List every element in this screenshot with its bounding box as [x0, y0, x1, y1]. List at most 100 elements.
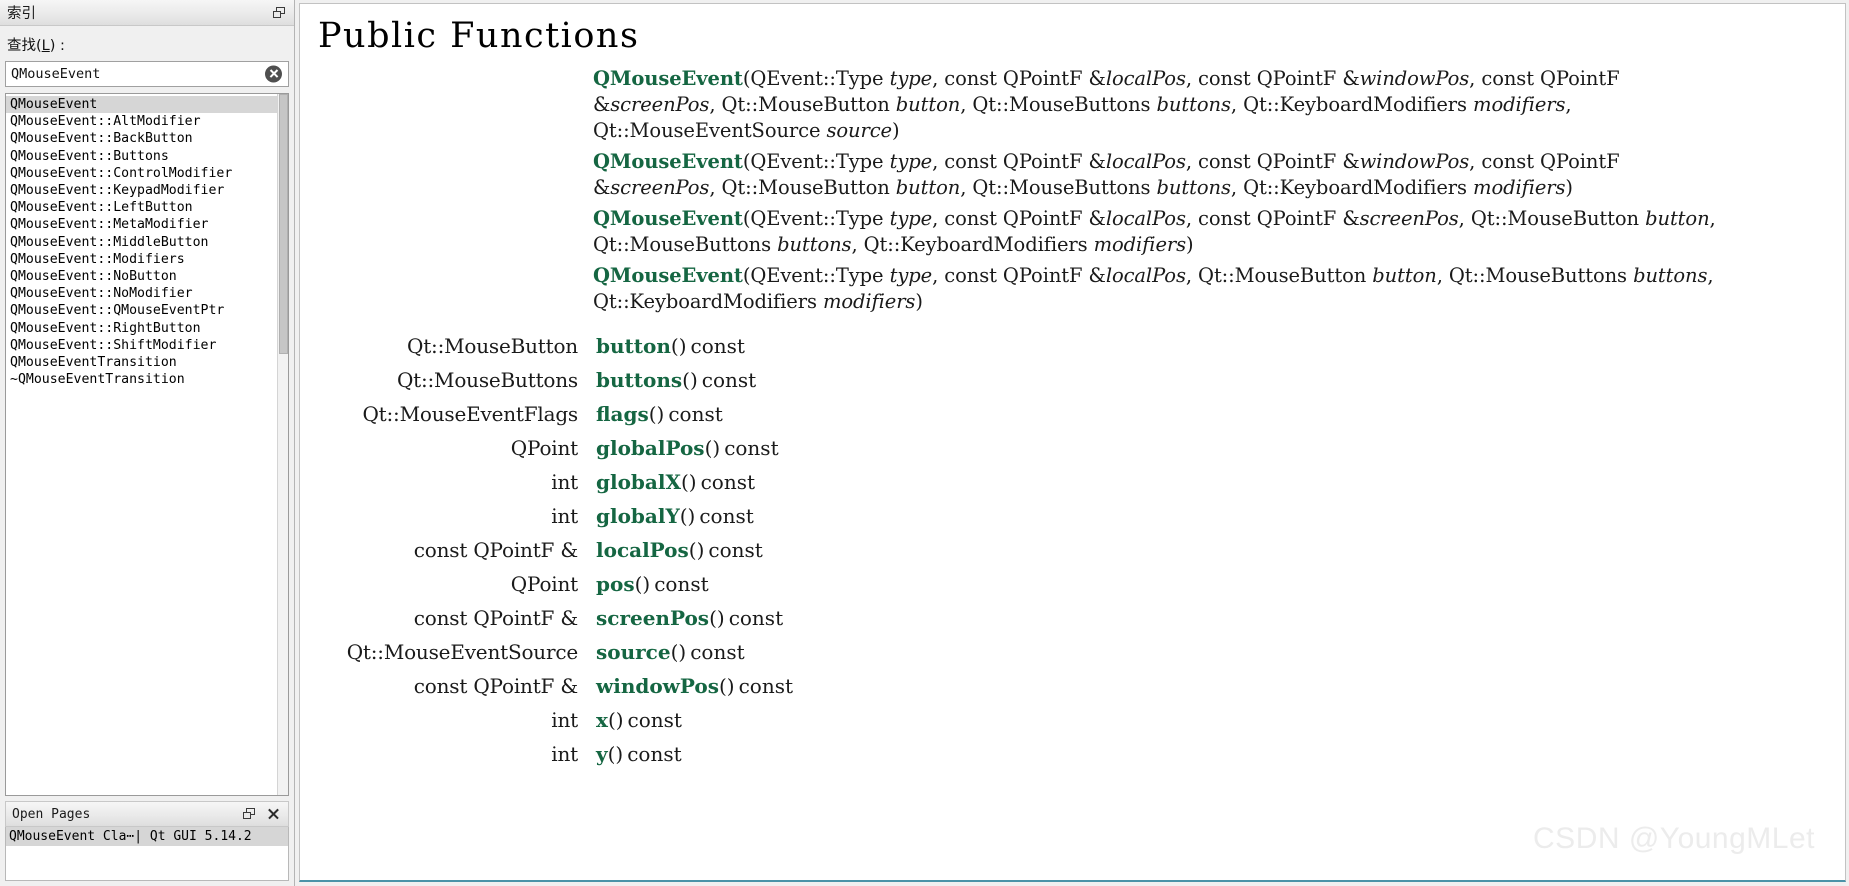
function-name[interactable]: localPos — [596, 538, 689, 562]
list-item[interactable]: QMouseEvent::AltModifier — [6, 113, 288, 130]
list-item[interactable]: QMouseEventTransition — [6, 354, 288, 371]
scrollbar-thumb[interactable] — [279, 94, 288, 354]
function-name[interactable]: source — [596, 640, 671, 664]
function-qualifier: const — [654, 572, 709, 596]
list-item[interactable]: QMouseEvent::ShiftModifier — [6, 337, 288, 354]
index-search-input[interactable] — [6, 62, 288, 86]
list-item[interactable]: QMouseEvent::BackButton — [6, 130, 288, 147]
parameter-name: source — [826, 119, 893, 142]
function-parens: () — [704, 436, 721, 460]
signature-text: ) — [892, 119, 900, 142]
return-type: const QPointF & — [413, 674, 578, 698]
function-name[interactable]: globalPos — [596, 436, 705, 460]
constructor-signature-line: Qt::KeyboardModifiers modifiers) — [593, 289, 1845, 315]
table-row[interactable]: int x() const — [318, 703, 1845, 737]
constructor-signature[interactable]: QMouseEvent(QEvent::Type type, const QPo… — [318, 149, 1845, 201]
table-row[interactable]: int globalY() const — [318, 499, 1845, 533]
restore-icon[interactable] — [273, 6, 286, 19]
signature-text: Qt::KeyboardModifiers — [593, 290, 823, 313]
table-row[interactable]: QPoint pos() const — [318, 567, 1845, 601]
documentation-view[interactable]: Public Functions QMouseEvent(QEvent::Typ… — [299, 3, 1846, 882]
parameter-name: buttons — [777, 233, 852, 256]
constructor-signature[interactable]: QMouseEvent(QEvent::Type type, const QPo… — [318, 66, 1845, 144]
parameter-name: buttons — [1156, 176, 1231, 199]
constructor-signature[interactable]: QMouseEvent(QEvent::Type type, const QPo… — [318, 206, 1845, 258]
signature-text: , const QPointF & — [1185, 67, 1360, 90]
function-signature[interactable]: y() const — [596, 737, 1845, 771]
restore-icon[interactable] — [243, 808, 256, 820]
function-signature[interactable]: localPos() const — [596, 533, 1845, 567]
function-name[interactable]: y — [596, 742, 608, 766]
index-search-wrap — [5, 61, 289, 87]
list-item[interactable]: QMouseEvent::QMouseEventPtr — [6, 302, 288, 319]
index-results-list-inner: QMouseEvent QMouseEvent::AltModifier QMo… — [6, 94, 288, 388]
function-signature[interactable]: x() const — [596, 703, 1845, 737]
parameter-name: type — [889, 67, 933, 90]
function-signature[interactable]: button() const — [596, 329, 1845, 363]
close-icon[interactable] — [266, 807, 280, 821]
list-item[interactable]: QMouseEvent::MiddleButton — [6, 234, 288, 251]
list-item[interactable]: QMouseEvent::Modifiers — [6, 251, 288, 268]
function-qualifier: const — [699, 504, 754, 528]
return-type: int — [551, 708, 578, 732]
parameter-name: modifiers — [822, 290, 916, 313]
function-name[interactable]: globalY — [596, 504, 680, 528]
table-row[interactable]: const QPointF & windowPos() const — [318, 669, 1845, 703]
function-signature[interactable]: source() const — [596, 635, 1845, 669]
signature-text: , Qt::MouseButtons — [960, 93, 1157, 116]
list-item[interactable]: ~QMouseEventTransition — [6, 371, 288, 388]
function-signature[interactable]: flags() const — [596, 397, 1845, 431]
clear-search-icon[interactable] — [265, 65, 282, 83]
constructor-name[interactable]: QMouseEvent — [593, 150, 743, 173]
table-row[interactable]: Qt::MouseEventFlags flags() const — [318, 397, 1845, 431]
function-name[interactable]: pos — [596, 572, 635, 596]
list-item[interactable]: QMouseEvent::KeypadModifier — [6, 182, 288, 199]
open-pages-list[interactable]: QMouseEvent Cla⋯| Qt GUI 5.14.2 — [5, 827, 289, 881]
function-signature[interactable]: buttons() const — [596, 363, 1845, 397]
table-row[interactable]: const QPointF & screenPos() const — [318, 601, 1845, 635]
function-signature[interactable]: pos() const — [596, 567, 1845, 601]
function-signature[interactable]: globalY() const — [596, 499, 1845, 533]
table-row[interactable]: int globalX() const — [318, 465, 1845, 499]
constructor-name[interactable]: QMouseEvent — [593, 264, 743, 287]
function-name[interactable]: buttons — [596, 368, 682, 392]
list-item[interactable]: QMouseEvent::Buttons — [6, 148, 288, 165]
table-row[interactable]: const QPointF & localPos() const — [318, 533, 1845, 567]
function-signature[interactable]: screenPos() const — [596, 601, 1845, 635]
constructor-signature-line: (QEvent::Type type, const QPointF &local… — [743, 150, 1620, 173]
function-name[interactable]: windowPos — [596, 674, 719, 698]
function-name[interactable]: globalX — [596, 470, 681, 494]
table-row[interactable]: Qt::MouseButtons buttons() const — [318, 363, 1845, 397]
signature-text: ) — [1186, 233, 1194, 256]
table-row[interactable]: Qt::MouseButton button() const — [318, 329, 1845, 363]
function-name[interactable]: x — [596, 708, 608, 732]
parameter-name: button — [895, 176, 961, 199]
function-signature[interactable]: windowPos() const — [596, 669, 1845, 703]
list-item[interactable]: QMouseEvent::NoModifier — [6, 285, 288, 302]
return-type: Qt::MouseButton — [407, 334, 578, 358]
list-item[interactable]: QMouseEvent — [6, 96, 288, 114]
function-signature[interactable]: globalPos() const — [596, 431, 1845, 465]
list-item[interactable]: QMouseEvent::MetaModifier — [6, 216, 288, 233]
list-item[interactable]: QMouseEvent::ControlModifier — [6, 165, 288, 182]
function-signature[interactable]: globalX() const — [596, 465, 1845, 499]
list-item[interactable]: QMouseEvent::RightButton — [6, 320, 288, 337]
constructor-name[interactable]: QMouseEvent — [593, 67, 743, 90]
index-results-list[interactable]: QMouseEvent QMouseEvent::AltModifier QMo… — [5, 93, 289, 796]
index-list-scrollbar[interactable] — [277, 94, 288, 795]
list-item[interactable]: QMouseEvent Cla⋯| Qt GUI 5.14.2 — [6, 827, 288, 846]
index-panel-titlebar: 索引 — [0, 0, 294, 26]
list-item[interactable]: QMouseEvent::LeftButton — [6, 199, 288, 216]
list-item[interactable]: QMouseEvent::NoButton — [6, 268, 288, 285]
return-type: const QPointF & — [413, 538, 578, 562]
constructor-signature-line: (QEvent::Type type, const QPointF &local… — [743, 264, 1714, 287]
function-name[interactable]: button — [596, 334, 671, 358]
table-row[interactable]: int y() const — [318, 737, 1845, 771]
table-row[interactable]: Qt::MouseEventSource source() const — [318, 635, 1845, 669]
function-name[interactable]: flags — [596, 402, 649, 426]
constructor-signature[interactable]: QMouseEvent(QEvent::Type type, const QPo… — [318, 263, 1845, 315]
table-row[interactable]: QPoint globalPos() const — [318, 431, 1845, 465]
constructor-name[interactable]: QMouseEvent — [593, 207, 743, 230]
function-name[interactable]: screenPos — [596, 606, 709, 630]
constructor-params: (QEvent::Type type, const QPointF &local… — [593, 207, 1845, 258]
